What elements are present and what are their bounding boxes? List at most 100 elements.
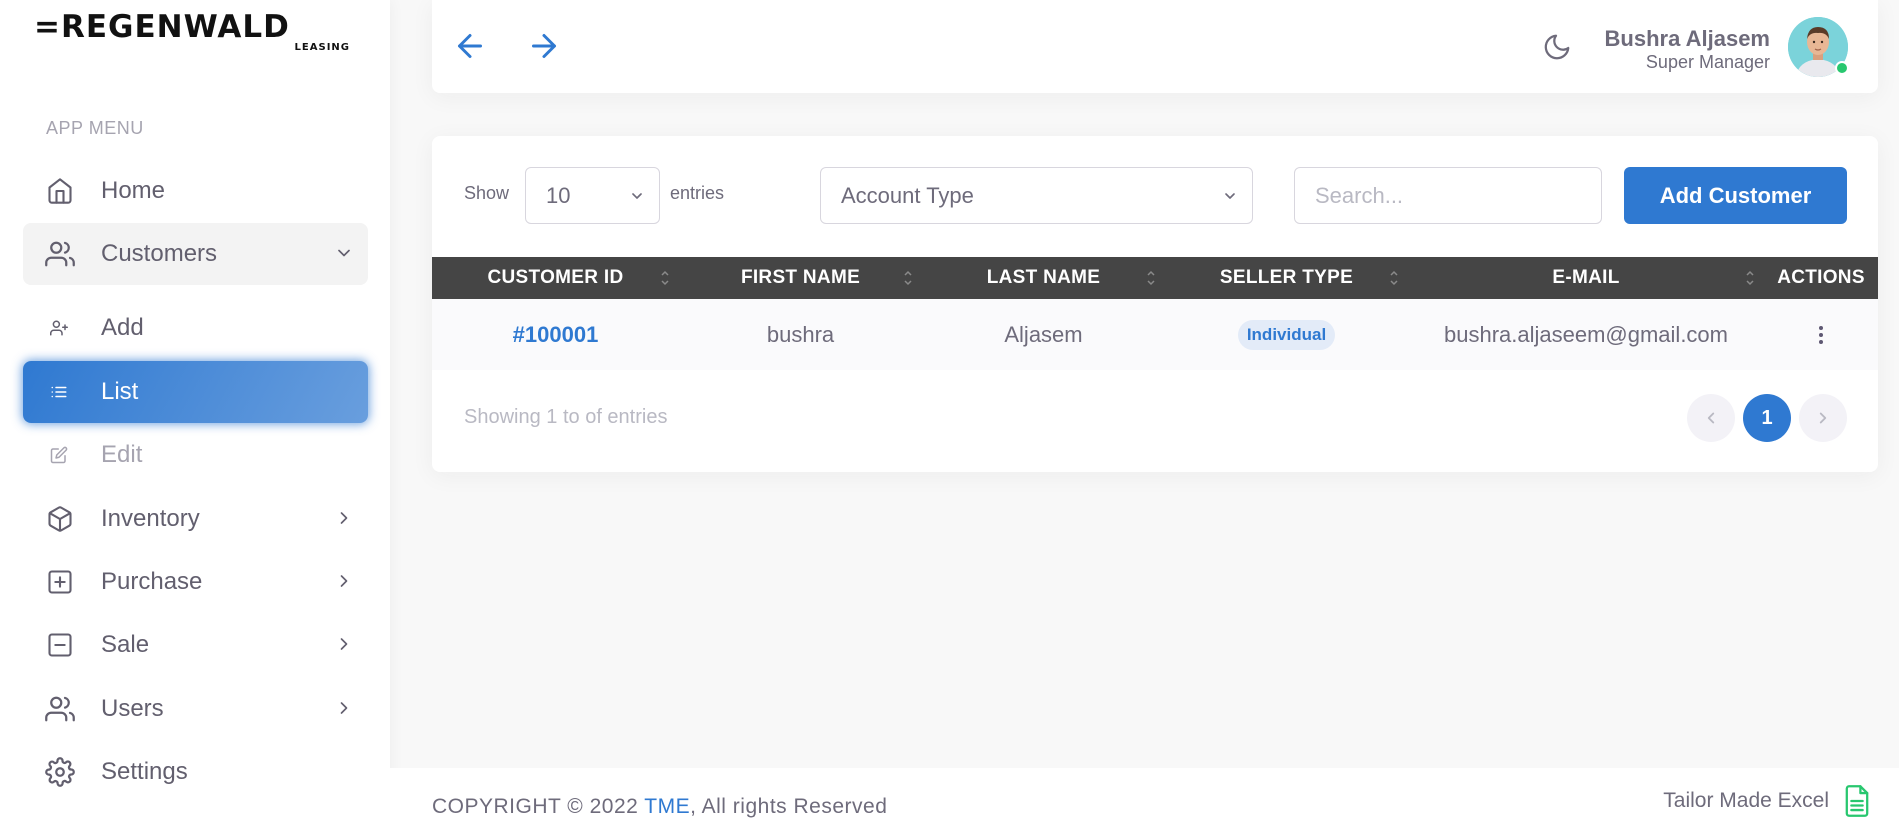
table-header: CUSTOMER ID FIRST NAME LAST NAME SELLER … — [432, 257, 1878, 299]
column-label: CUSTOMER ID — [487, 267, 624, 288]
copyright-text: COPYRIGHT © 2022 TME, All rights Reserve… — [432, 795, 887, 819]
brand-subtitle: LEASING — [294, 42, 350, 53]
entries-label: entries — [670, 183, 725, 203]
sidebar-item-inventory[interactable]: Inventory — [23, 488, 368, 550]
sidebar-item-add[interactable]: Add — [23, 297, 368, 359]
sidebar-item-home[interactable]: Home — [23, 160, 368, 222]
copyright-prefix: COPYRIGHT © 2022 — [432, 795, 639, 818]
column-label: ACTIONS — [1777, 267, 1865, 288]
cell-customer-id: #100001 — [432, 299, 679, 370]
sidebar-item-label: Sale — [101, 631, 150, 658]
brand-logo[interactable]: =REGENWALD LEASING — [34, 12, 354, 54]
moon-icon[interactable] — [1542, 32, 1572, 62]
sidebar-item-label: Edit — [101, 441, 143, 468]
sidebar-item-label: Inventory — [101, 505, 200, 532]
cell-email: bushra.aljaseem@gmail.com — [1443, 321, 1728, 347]
menu-header: APP MENU — [46, 118, 144, 138]
column-label: FIRST NAME — [740, 267, 861, 288]
avatar[interactable] — [1788, 17, 1849, 77]
edit-icon — [49, 445, 69, 465]
cell-actions — [1764, 299, 1878, 370]
chevron-right-icon — [340, 702, 348, 714]
cell-last-name: Aljasem — [1004, 321, 1083, 347]
chevron-right-icon — [1819, 412, 1827, 424]
sort-icon — [661, 270, 669, 286]
cell-seller-type: Individual — [1165, 299, 1408, 370]
account-type-select[interactable]: Account Type — [820, 167, 1253, 224]
sidebar-item-label: Customers — [101, 240, 218, 267]
footer-right-text: Tailor Made Excel — [1663, 789, 1829, 812]
seller-type-badge: Individual — [1237, 319, 1336, 350]
online-status-dot — [1835, 61, 1849, 75]
brand-name: =REGENWALD — [34, 9, 290, 45]
account-type-placeholder: Account Type — [841, 182, 974, 208]
cell-first-name: bushra — [766, 321, 835, 347]
column-header-last-name[interactable]: LAST NAME — [922, 257, 1165, 299]
sidebar-item-label: List — [101, 378, 139, 405]
chevron-down-icon — [338, 249, 350, 257]
users-icon — [45, 239, 75, 269]
copyright-link[interactable]: TME — [644, 795, 690, 818]
sidebar-item-users[interactable]: Users — [23, 678, 368, 740]
spreadsheet-file-icon[interactable] — [1843, 784, 1871, 818]
show-label: Show — [464, 183, 510, 203]
user-name[interactable]: Bushra Aljasem — [1605, 26, 1770, 52]
sidebar-item-edit[interactable]: Edit — [23, 424, 368, 486]
column-label: LAST NAME — [986, 267, 1101, 288]
customer-list-card: Show 10 entries Account Type Add Custome… — [432, 136, 1878, 472]
sidebar-item-sale[interactable]: Sale — [23, 614, 368, 676]
pagination-next-button[interactable] — [1799, 394, 1847, 442]
column-header-first-name[interactable]: FIRST NAME — [679, 257, 922, 299]
sidebar-item-label: Purchase — [101, 568, 203, 595]
sidebar-item-label: Settings — [101, 758, 188, 785]
user-plus-icon — [49, 318, 69, 338]
sort-icon — [1390, 270, 1398, 286]
column-label: E-MAIL — [1552, 267, 1620, 288]
footer: COPYRIGHT © 2022 TME, All rights Reserve… — [390, 768, 1899, 827]
chevron-right-icon — [340, 638, 348, 650]
arrow-left-icon[interactable] — [452, 28, 488, 64]
column-label: SELLER TYPE — [1219, 267, 1354, 288]
column-header-seller-type[interactable]: SELLER TYPE — [1165, 257, 1408, 299]
add-customer-button[interactable]: Add Customer — [1624, 167, 1847, 224]
minus-square-icon — [45, 630, 75, 660]
gear-icon — [45, 757, 75, 787]
pagination-info: Showing 1 to of entries — [464, 406, 668, 428]
chevron-right-icon — [340, 512, 348, 524]
entries-value: 10 — [546, 182, 571, 208]
sidebar-item-settings[interactable]: Settings — [23, 741, 368, 803]
search-input[interactable] — [1294, 167, 1602, 224]
sidebar: =REGENWALD LEASING APP MENU Home Custome… — [0, 0, 390, 827]
sidebar-item-customers[interactable]: Customers — [23, 223, 368, 285]
sidebar-item-purchase[interactable]: Purchase — [23, 551, 368, 613]
box-icon — [45, 504, 75, 534]
sort-icon — [1147, 270, 1155, 286]
table-row: #100001 bushra Aljasem Individual bushra… — [432, 299, 1878, 370]
column-header-customer-id[interactable]: CUSTOMER ID — [432, 257, 679, 299]
plus-square-icon — [45, 567, 75, 597]
list-icon — [49, 382, 69, 402]
sort-icon — [904, 270, 912, 286]
chevron-down-icon — [632, 193, 642, 199]
pagination-page-button[interactable]: 1 — [1743, 394, 1791, 442]
sidebar-item-label: Home — [101, 177, 166, 204]
home-icon — [45, 176, 75, 206]
top-navbar: Bushra Aljasem Super Manager — [432, 0, 1878, 93]
chevron-right-icon — [340, 575, 348, 587]
sort-icon — [1746, 270, 1754, 286]
customer-id-link[interactable]: #100001 — [513, 322, 599, 348]
chevron-down-icon — [1225, 193, 1235, 199]
copyright-suffix: , All rights Reserved — [690, 795, 888, 818]
pagination-prev-button[interactable] — [1687, 394, 1735, 442]
column-header-email[interactable]: E-MAIL — [1408, 257, 1764, 299]
entries-per-page-select[interactable]: 10 — [525, 167, 660, 224]
column-header-actions: ACTIONS — [1764, 257, 1878, 299]
user-role: Super Manager — [1645, 52, 1770, 72]
arrow-right-icon[interactable] — [526, 28, 562, 64]
sidebar-item-list[interactable]: List — [23, 361, 368, 423]
more-vertical-icon[interactable] — [1806, 320, 1836, 350]
sidebar-item-label: Add — [101, 314, 144, 341]
users-icon — [45, 694, 75, 724]
chevron-left-icon — [1707, 412, 1715, 424]
sidebar-item-label: Users — [101, 695, 164, 722]
